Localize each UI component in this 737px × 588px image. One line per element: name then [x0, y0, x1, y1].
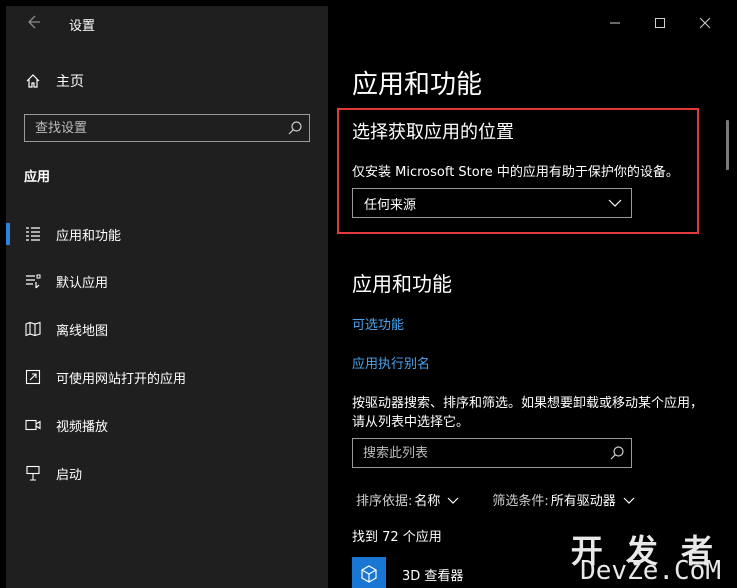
search-icon[interactable]	[287, 120, 303, 136]
default-apps-icon	[24, 272, 42, 290]
offline-maps-icon	[24, 320, 42, 338]
minimize-icon[interactable]	[604, 12, 626, 34]
sidebar-home-label: 主页	[56, 74, 84, 90]
sidebar-item-default-apps[interactable]: 默认应用	[6, 265, 328, 297]
video-playback-icon	[24, 416, 42, 434]
apps-for-websites-icon	[24, 368, 42, 386]
sidebar-item-label: 可使用网站打开的应用	[56, 371, 187, 387]
sort-dropdown[interactable]: 排序依据: 名称	[356, 490, 460, 509]
sidebar-item-label: 启动	[56, 467, 83, 483]
sidebar-item-apps-for-websites[interactable]: 可使用网站打开的应用	[6, 361, 328, 393]
sidebar-item-apps-features[interactable]: 应用和功能	[6, 218, 328, 250]
app-list-item[interactable]: 3D 查看器	[352, 557, 464, 588]
dropdown-value: 任何来源	[364, 197, 417, 213]
home-icon	[24, 72, 42, 90]
chevron-down-icon	[607, 195, 623, 211]
sort-value: 名称	[414, 494, 441, 509]
sidebar: 设置 主页 应用 应用和功能 默认应用	[6, 6, 328, 588]
apps-list-icon	[24, 225, 42, 243]
sidebar-section-title: 应用	[24, 170, 51, 185]
sidebar-item-home[interactable]: 主页	[24, 70, 304, 92]
apps-instructions: 按驱动器搜索、排序和筛选。如果想要卸载或移动某个应用，请从列表中选择它。	[352, 396, 704, 430]
active-indicator	[6, 318, 10, 340]
filter-label: 筛选条件:	[492, 494, 549, 509]
source-section-title: 选择获取应用的位置	[352, 122, 514, 143]
active-indicator	[6, 366, 10, 388]
app-source-dropdown[interactable]: 任何来源	[352, 188, 632, 218]
sidebar-item-video-playback[interactable]: 视频播放	[6, 409, 328, 441]
settings-search-input[interactable]	[25, 115, 275, 141]
scrollbar[interactable]	[726, 120, 729, 170]
search-icon[interactable]	[609, 445, 625, 461]
maximize-icon[interactable]	[649, 12, 671, 34]
active-indicator	[6, 270, 10, 292]
startup-icon	[24, 464, 42, 482]
3d-viewer-icon	[352, 557, 386, 588]
active-indicator	[6, 414, 10, 436]
app-list-search-input[interactable]	[353, 439, 598, 467]
window-title: 设置	[69, 19, 96, 34]
sort-label: 排序依据:	[356, 494, 413, 509]
active-indicator	[6, 223, 10, 245]
page-title: 应用和功能	[352, 70, 483, 100]
settings-search-box	[24, 114, 310, 142]
sidebar-item-label: 默认应用	[56, 275, 109, 291]
settings-window: 设置 主页 应用 应用和功能 默认应用	[6, 6, 731, 588]
main-content: 应用和功能 选择获取应用的位置 仅安装 Microsoft Store 中的应用…	[328, 6, 731, 588]
optional-features-link[interactable]: 可选功能	[352, 314, 404, 333]
app-count: 找到 72 个应用	[352, 530, 442, 545]
back-arrow-icon[interactable]	[25, 14, 41, 32]
apps-section-title: 应用和功能	[352, 272, 452, 296]
app-execution-alias-link[interactable]: 应用执行别名	[352, 353, 430, 372]
sidebar-item-label: 应用和功能	[56, 228, 122, 244]
filter-value: 所有驱动器	[550, 494, 616, 509]
filter-bar: 排序依据: 名称 筛选条件: 所有驱动器	[356, 490, 668, 509]
chevron-down-icon	[446, 493, 460, 507]
watermark-text: DevZe.CoM	[580, 556, 721, 586]
active-indicator	[6, 462, 10, 484]
filter-dropdown[interactable]: 筛选条件: 所有驱动器	[492, 490, 635, 509]
app-list-search-box	[352, 438, 632, 468]
app-name: 3D 查看器	[402, 568, 464, 584]
sidebar-item-label: 离线地图	[56, 323, 109, 339]
close-icon[interactable]	[694, 12, 716, 34]
sidebar-item-startup[interactable]: 启动	[6, 457, 328, 489]
sidebar-item-offline-maps[interactable]: 离线地图	[6, 313, 328, 345]
source-section-description: 仅安装 Microsoft Store 中的应用有助于保护你的设备。	[352, 165, 679, 180]
chevron-down-icon	[622, 493, 636, 507]
sidebar-item-label: 视频播放	[56, 419, 109, 435]
